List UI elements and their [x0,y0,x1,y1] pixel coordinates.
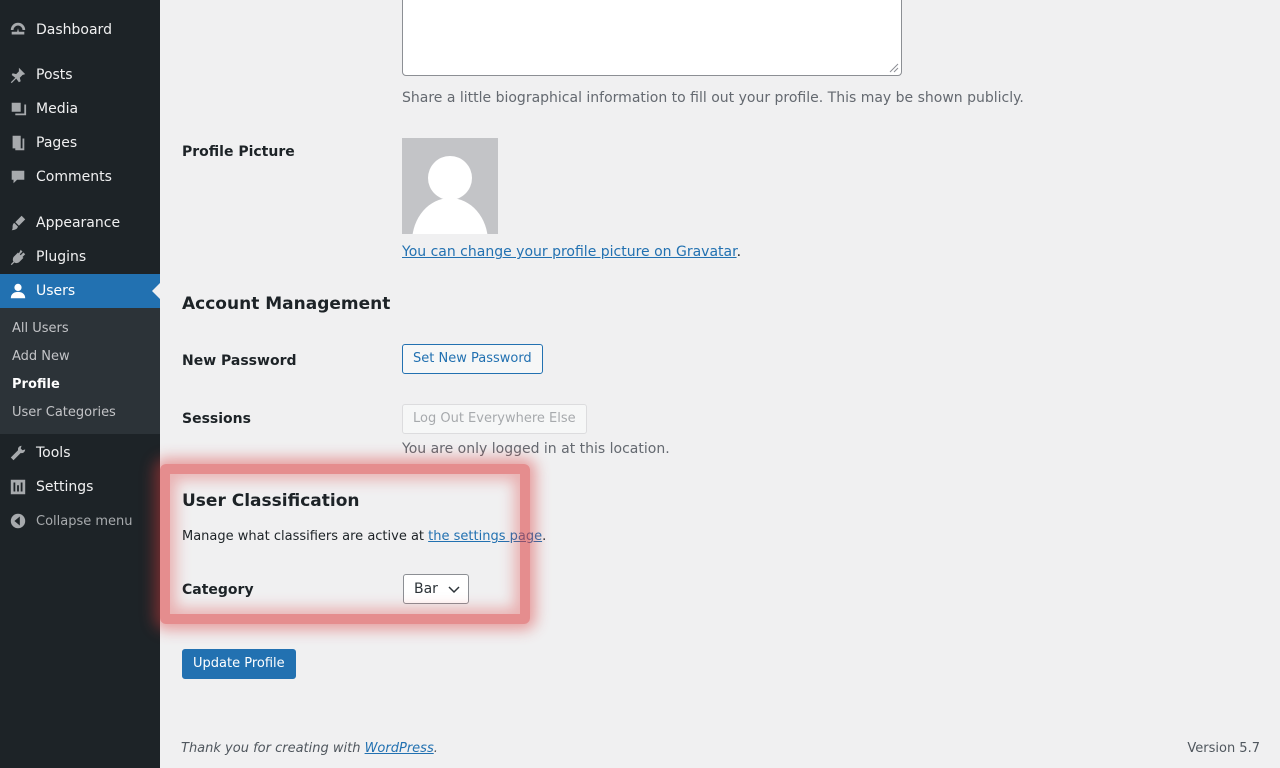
sidebar-item-label: Media [36,101,79,117]
category-label: Category [182,582,254,598]
classification-description: Manage what classifiers are active at th… [182,529,546,544]
category-selected-value: Bar [414,581,438,597]
submenu-item-all-users[interactable]: All Users [12,321,69,336]
footer-thanks: Thank you for creating with WordPress. [181,741,438,756]
footer-thanks-prefix: Thank you for creating with [181,741,365,756]
sidebar-item-label: Pages [36,135,78,151]
settings-page-link[interactable]: the settings page [428,529,542,544]
sidebar-item-label: Settings [36,479,94,495]
comment-icon [8,167,28,187]
user-icon [8,281,28,301]
sidebar-item-label: Comments [36,169,112,185]
dashboard-icon [8,20,28,40]
submenu-item-user-categories[interactable]: User Categories [12,405,116,420]
settings-icon [8,477,28,497]
brush-icon [8,213,28,233]
wrench-icon [8,443,28,463]
sidebar-item-label: Dashboard [36,22,112,38]
collapse-menu-label: Collapse menu [36,513,133,529]
new-password-label: New Password [182,353,297,369]
avatar [402,138,498,234]
set-new-password-button[interactable]: Set New Password [402,344,543,374]
sidebar-item-label: Appearance [36,215,121,231]
biographical-info-textarea[interactable] [402,0,902,76]
bio-description: Share a little biographical information … [402,90,1024,106]
chevron-down-icon [448,586,460,594]
profile-picture-label: Profile Picture [182,144,295,160]
sidebar-item-users[interactable]: Users [0,274,160,308]
classification-desc-prefix: Manage what classifiers are active at [182,529,429,544]
sidebar-item-label: Posts [36,67,73,83]
users-submenu: All Users Add New Profile User Categorie… [0,308,160,434]
gravatar-note: You can change your profile picture on G… [402,244,741,260]
sessions-note: You are only logged in at this location. [402,441,670,457]
gravatar-note-suffix: . [736,244,742,260]
media-icon [8,99,28,119]
highlight-box [160,464,530,624]
pages-icon [8,133,28,153]
sidebar-item-label: Tools [36,445,71,461]
footer-version: Version 5.7 [1187,741,1260,756]
default-avatar-icon [412,156,488,234]
update-profile-button[interactable]: Update Profile [182,649,296,679]
profile-content: Share a little biographical information … [160,0,1280,768]
sidebar-item-posts[interactable]: Posts [0,58,160,92]
sidebar-item-settings[interactable]: Settings [0,470,160,504]
pin-icon [8,65,28,85]
collapse-icon [8,511,28,531]
log-out-everywhere-button: Log Out Everywhere Else [402,404,587,434]
sidebar-item-tools[interactable]: Tools [0,436,160,470]
submenu-item-profile[interactable]: Profile [12,377,60,392]
sidebar-item-label: Users [36,283,76,299]
sidebar-item-media[interactable]: Media [0,92,160,126]
sidebar-item-appearance[interactable]: Appearance [0,206,160,240]
sessions-label: Sessions [182,411,251,427]
wordpress-link[interactable]: WordPress [365,741,434,756]
resize-grip-icon[interactable] [889,63,899,73]
account-management-title: Account Management [182,294,391,314]
gravatar-link[interactable]: You can change your profile picture on G… [402,244,737,260]
sidebar-item-pages[interactable]: Pages [0,126,160,160]
admin-sidebar: Dashboard Posts Media Pages Comments App… [0,0,160,768]
user-classification-title: User Classification [182,491,360,511]
sidebar-item-plugins[interactable]: Plugins [0,240,160,274]
sidebar-item-dashboard[interactable]: Dashboard [0,13,160,47]
classification-desc-suffix: . [542,529,547,544]
category-select[interactable]: Bar [403,574,469,604]
sidebar-item-label: Plugins [36,249,87,265]
sidebar-item-comments[interactable]: Comments [0,160,160,194]
footer-thanks-suffix: . [433,741,438,756]
plug-icon [8,247,28,267]
collapse-menu-button[interactable]: Collapse menu [0,504,160,538]
submenu-item-add-new[interactable]: Add New [12,349,70,364]
